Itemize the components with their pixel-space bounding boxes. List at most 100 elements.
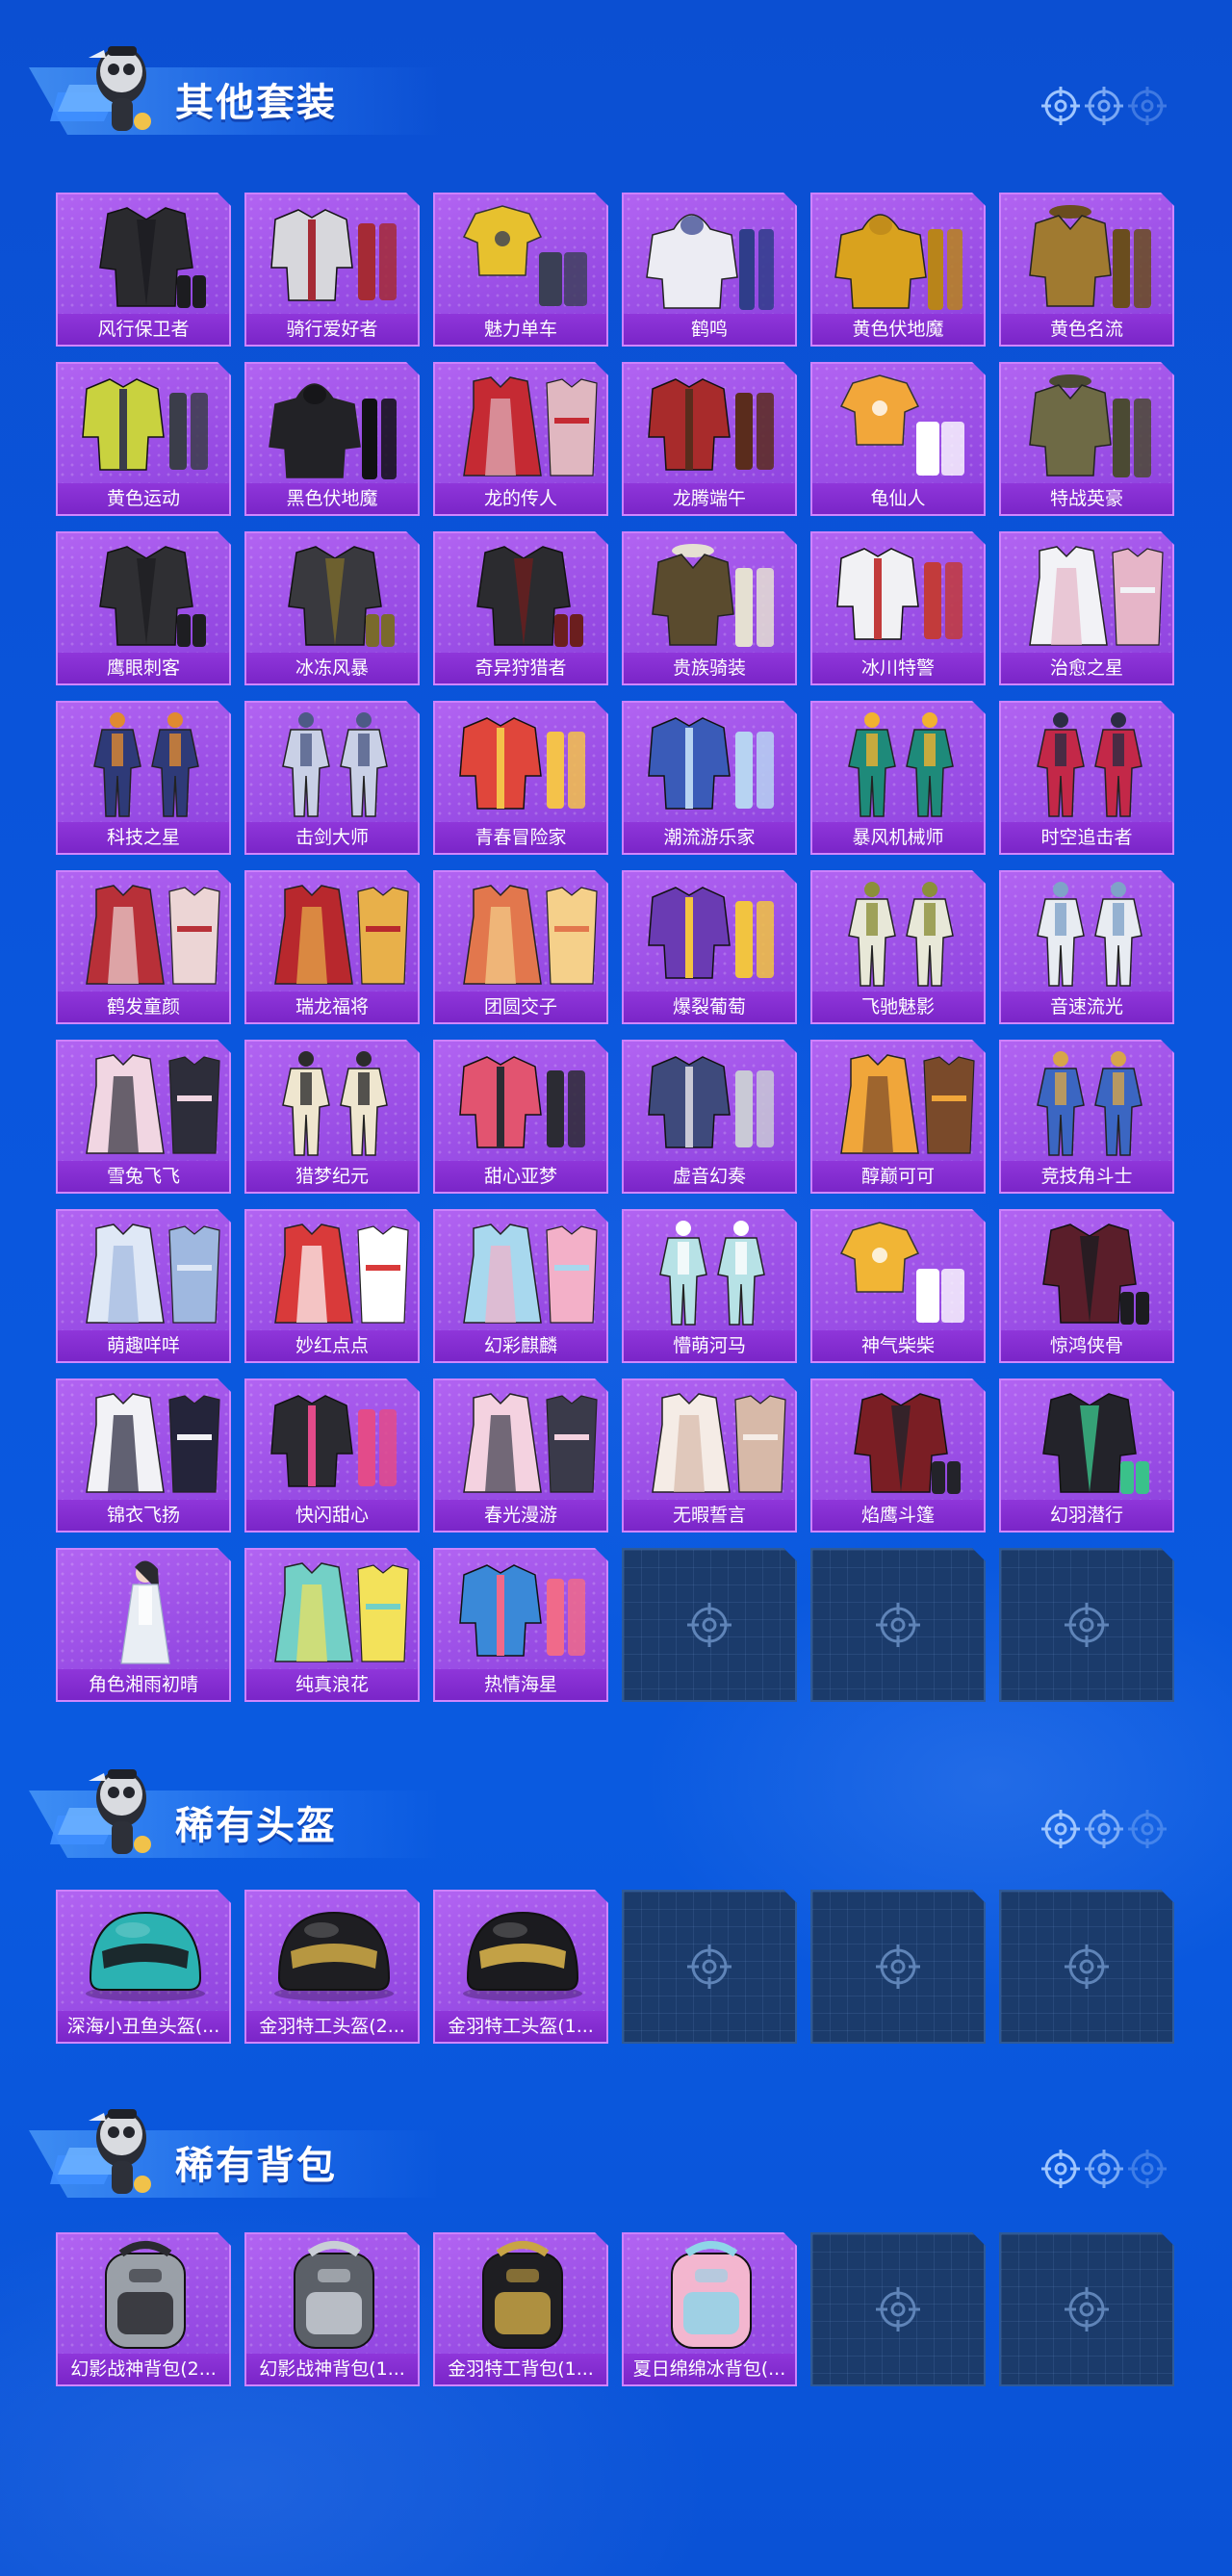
suit-icon — [635, 539, 787, 653]
item-tile[interactable]: 快闪甜心 — [244, 1378, 420, 1533]
item-tile[interactable]: 妙红点点 — [244, 1209, 420, 1363]
item-tile[interactable]: 深海小丑鱼头盔(... — [56, 1890, 231, 2044]
item-label: 魅力单车 — [435, 314, 606, 345]
crosshair-icon — [1128, 87, 1167, 125]
item-tile[interactable]: 幻彩麒麟 — [433, 1209, 608, 1363]
item-tile[interactable]: 暴风机械师 — [810, 701, 986, 855]
item-tile[interactable]: 雪兔飞飞 — [56, 1040, 231, 1194]
item-tile[interactable]: 音速流光 — [999, 870, 1174, 1024]
empty-slot — [622, 1890, 797, 2044]
section-header: 稀有头盔 — [29, 1752, 1184, 1858]
item-tile[interactable]: 鹤鸣 — [622, 193, 797, 347]
item-tile[interactable]: 龙腾端午 — [622, 362, 797, 516]
item-tile[interactable]: 时空追击者 — [999, 701, 1174, 855]
suit-icon — [1013, 370, 1165, 483]
item-tile[interactable]: 瑞龙福将 — [244, 870, 420, 1024]
hoodie-icon — [635, 200, 787, 314]
item-tile[interactable]: 贵族骑装 — [622, 531, 797, 685]
item-tile[interactable]: 治愈之星 — [999, 531, 1174, 685]
item-label: 科技之星 — [58, 822, 229, 853]
item-label: 萌趣咩咩 — [58, 1330, 229, 1361]
item-label: 甜心亚梦 — [435, 1161, 606, 1192]
section-rare-helmets: 稀有头盔 深海小丑鱼头盔(... 金羽特工头盔(2... 金羽特工头盔(1... — [0, 1752, 1232, 2060]
item-tile[interactable]: 甜心亚梦 — [433, 1040, 608, 1194]
item-tile[interactable]: 冰川特警 — [810, 531, 986, 685]
item-tile[interactable]: 龙的传人 — [433, 362, 608, 516]
item-tile[interactable]: 特战英豪 — [999, 362, 1174, 516]
item-label: 风行保卫者 — [58, 314, 229, 345]
item-label: 热情海星 — [435, 1669, 606, 1700]
item-tile[interactable]: 奇异狩猎者 — [433, 531, 608, 685]
empty-slot — [810, 2232, 986, 2386]
item-label: 锦衣飞扬 — [58, 1500, 229, 1531]
item-label: 虚音幻奏 — [624, 1161, 795, 1192]
item-tile[interactable]: 青春冒险家 — [433, 701, 608, 855]
item-tile[interactable]: 虚音幻奏 — [622, 1040, 797, 1194]
item-tile[interactable]: 潮流游乐家 — [622, 701, 797, 855]
item-tile[interactable]: 幻影战神背包(2... — [56, 2232, 231, 2386]
item-tile[interactable]: 金羽特工头盔(1... — [433, 1890, 608, 2044]
crosshair-emblem-icon — [685, 1601, 733, 1649]
empty-slot — [999, 1890, 1174, 2044]
item-tile[interactable]: 纯真浪花 — [244, 1548, 420, 1702]
crosshair-icon — [1041, 87, 1080, 125]
item-tile[interactable]: 神气柴柴 — [810, 1209, 986, 1363]
item-label: 醇巅可可 — [812, 1161, 984, 1192]
empty-slot — [999, 1548, 1174, 1702]
crosshair-emblem-icon — [874, 1943, 922, 1991]
suit-icon — [1013, 200, 1165, 314]
bodysuit-icon — [1013, 878, 1165, 992]
item-label: 金羽特工背包(1... — [435, 2354, 606, 2384]
item-tile[interactable]: 春光漫游 — [433, 1378, 608, 1533]
item-label: 幻彩麒麟 — [435, 1330, 606, 1361]
item-tile[interactable]: 龟仙人 — [810, 362, 986, 516]
item-tile[interactable]: 团圆交子 — [433, 870, 608, 1024]
item-tile[interactable]: 金羽特工头盔(2... — [244, 1890, 420, 2044]
item-tile[interactable]: 击剑大师 — [244, 701, 420, 855]
item-tile[interactable]: 风行保卫者 — [56, 193, 231, 347]
item-tile[interactable]: 无暇誓言 — [622, 1378, 797, 1533]
item-tile[interactable]: 金羽特工背包(1... — [433, 2232, 608, 2386]
item-tile[interactable]: 黑色伏地魔 — [244, 362, 420, 516]
item-tile[interactable]: 黄色伏地魔 — [810, 193, 986, 347]
item-tile[interactable]: 爆裂葡萄 — [622, 870, 797, 1024]
tee-icon — [447, 200, 599, 314]
item-tile[interactable]: 夏日绵绵冰背包(... — [622, 2232, 797, 2386]
item-tile[interactable]: 醇巅可可 — [810, 1040, 986, 1194]
item-label: 快闪甜心 — [246, 1500, 418, 1531]
item-label: 鹤鸣 — [624, 314, 795, 345]
item-tile[interactable]: 竞技角斗士 — [999, 1040, 1174, 1194]
item-tile[interactable]: 魅力单车 — [433, 193, 608, 347]
item-tile[interactable]: 猎梦纪元 — [244, 1040, 420, 1194]
item-tile[interactable]: 幻羽潜行 — [999, 1378, 1174, 1533]
item-tile[interactable]: 飞驰魅影 — [810, 870, 986, 1024]
item-tile[interactable]: 萌趣咩咩 — [56, 1209, 231, 1363]
item-tile[interactable]: 焰鹰斗篷 — [810, 1378, 986, 1533]
bodysuit-icon — [824, 708, 976, 822]
item-tile[interactable]: 懵萌河马 — [622, 1209, 797, 1363]
item-label: 贵族骑装 — [624, 653, 795, 683]
item-tile[interactable]: 黄色运动 — [56, 362, 231, 516]
item-tile[interactable]: 幻影战神背包(1... — [244, 2232, 420, 2386]
crosshair-icon — [1128, 2150, 1167, 2188]
item-tile[interactable]: 冰冻风暴 — [244, 531, 420, 685]
item-tile[interactable]: 黄色名流 — [999, 193, 1174, 347]
item-tile[interactable]: 角色湘雨初晴 — [56, 1548, 231, 1702]
item-tile[interactable]: 鹤发童颜 — [56, 870, 231, 1024]
item-tile[interactable]: 锦衣飞扬 — [56, 1378, 231, 1533]
item-tile[interactable]: 热情海星 — [433, 1548, 608, 1702]
item-label: 幻羽潜行 — [1001, 1500, 1172, 1531]
crosshair-icon — [1085, 87, 1123, 125]
item-label: 时空追击者 — [1001, 822, 1172, 853]
item-tile[interactable]: 惊鸿侠骨 — [999, 1209, 1174, 1363]
mascot-icon — [50, 1769, 151, 1854]
item-label: 惊鸿侠骨 — [1001, 1330, 1172, 1361]
item-label: 春光漫游 — [435, 1500, 606, 1531]
item-tile[interactable]: 骑行爱好者 — [244, 193, 420, 347]
figure-icon — [69, 1556, 221, 1669]
crosshair-emblem-icon — [1063, 1601, 1111, 1649]
item-tile[interactable]: 鹰眼刺客 — [56, 531, 231, 685]
item-tile[interactable]: 科技之星 — [56, 701, 231, 855]
item-grid: 幻影战神背包(2... 幻影战神背包(1... 金羽特工背包(1... 夏日绵绵… — [56, 2232, 1174, 2386]
item-label: 角色湘雨初晴 — [58, 1669, 229, 1700]
